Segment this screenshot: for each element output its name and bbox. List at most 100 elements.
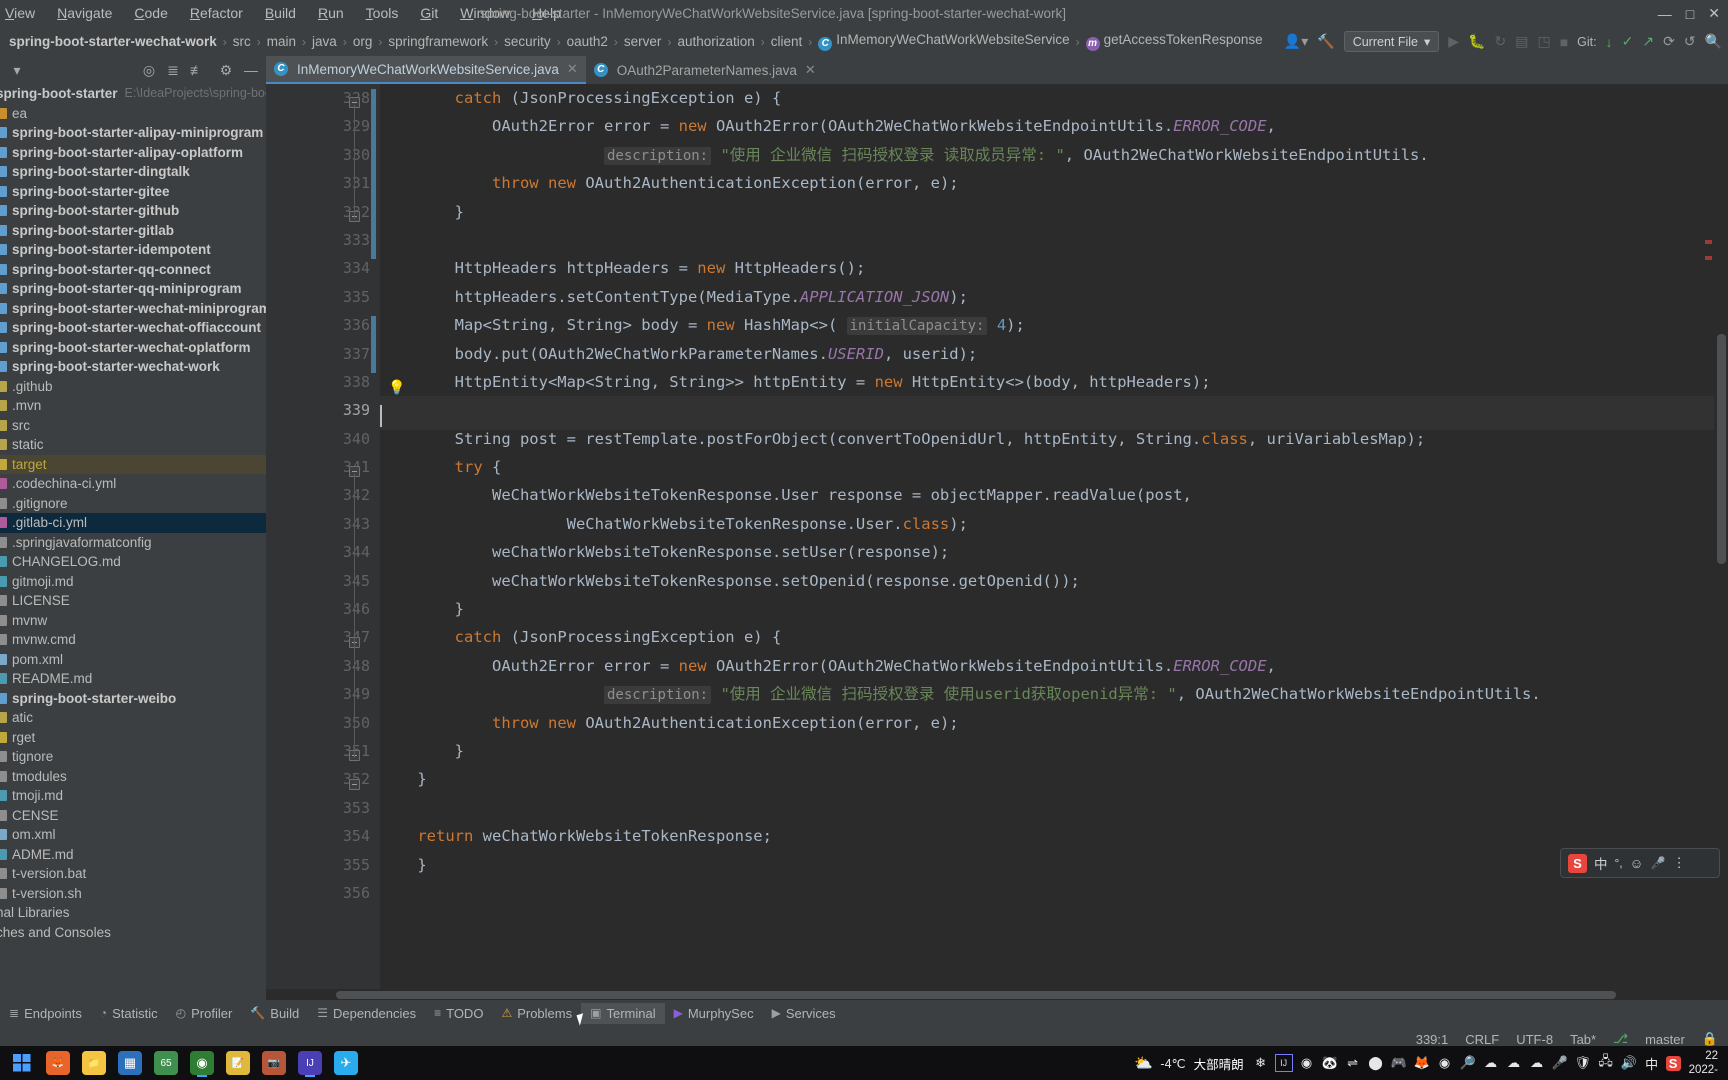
chevron-down-icon[interactable]: ▾ <box>6 62 28 79</box>
run-button[interactable]: ▶ <box>1448 33 1459 50</box>
minimize-button[interactable]: — <box>1658 6 1672 22</box>
code-line[interactable]: weChatWorkWebsiteTokenResponse.setUser(r… <box>380 538 1728 566</box>
tree-node[interactable]: mvnw <box>0 611 266 631</box>
tree-node[interactable]: spring-boot-starter-wechat-offiaccount <box>0 318 266 338</box>
menu-item-tools[interactable]: Tools <box>355 0 410 27</box>
menu-item-view[interactable]: View <box>0 0 46 27</box>
profile-button[interactable]: ◳ <box>1537 33 1550 50</box>
code-line[interactable]: } <box>380 198 1728 226</box>
tree-node[interactable]: target <box>0 454 266 474</box>
code-line[interactable]: Map<String, String> body = new HashMap<>… <box>380 311 1728 339</box>
tree-node[interactable]: t-version.bat <box>0 864 266 884</box>
tool-window-button-terminal[interactable]: ▣ Terminal <box>581 1002 665 1024</box>
breadcrumb-item-authorization[interactable]: authorization <box>672 34 759 49</box>
code-line[interactable]: return weChatWorkWebsiteTokenResponse; <box>380 822 1728 850</box>
breadcrumb-item-src[interactable]: src <box>228 34 256 49</box>
breadcrumb-item-spring-boot-starter-wechat-work[interactable]: spring-boot-starter-wechat-work <box>4 34 222 49</box>
lock-icon[interactable]: 🔒 <box>1702 1031 1718 1047</box>
scrollbar-thumb[interactable] <box>336 991 1616 999</box>
tree-node[interactable]: mvnw.cmd <box>0 630 266 650</box>
stop-button[interactable]: ■ <box>1560 34 1568 50</box>
tree-node[interactable]: rget <box>0 728 266 748</box>
tree-node[interactable]: spring-boot-starter E:\IdeaProjects\sprin… <box>0 84 266 104</box>
taskbar-clock[interactable]: 22 2022- <box>1689 1049 1722 1077</box>
scrollbar-thumb[interactable] <box>1717 334 1726 564</box>
menu-item-run[interactable]: Run <box>307 0 355 27</box>
tree-node[interactable]: tignore <box>0 747 266 767</box>
record-icon[interactable]: ⬤ <box>1367 1054 1385 1072</box>
code-line[interactable]: throw new OAuth2AuthenticationException(… <box>380 709 1728 737</box>
build-icon[interactable]: 🔨 <box>1317 33 1334 50</box>
tree-node[interactable]: tmodules <box>0 767 266 787</box>
onedrive-blue-icon[interactable]: ☁ <box>1482 1054 1500 1072</box>
ime-menu-icon[interactable]: ⋮ <box>1672 855 1686 871</box>
ime-zh-icon[interactable]: 中 <box>1643 1054 1661 1072</box>
code-line[interactable]: description: "使用 企业微信 扫码授权登录 使用userid获取o… <box>380 680 1728 708</box>
tree-node[interactable]: spring-boot-starter-gitlab <box>0 221 266 241</box>
tool-window-button-murphysec[interactable]: ▶ MurphySec <box>665 1003 763 1024</box>
vcs-change-marker[interactable] <box>371 316 376 373</box>
code-line[interactable]: description: "使用 企业微信 扫码授权登录 读取成员异常: ", … <box>380 141 1728 169</box>
tool-window-button-todo[interactable]: ≡ TODO <box>425 1003 492 1024</box>
intellij-idea-icon[interactable]: IJ <box>298 1051 322 1075</box>
indent-setting[interactable]: Tab* <box>1570 1032 1596 1047</box>
tree-node[interactable]: .gitignore <box>0 494 266 514</box>
ime-mic-icon[interactable]: 🎤 <box>1650 856 1665 870</box>
windows-start-icon[interactable] <box>10 1051 34 1075</box>
tree-node[interactable]: .springjavaformatconfig <box>0 533 266 553</box>
weather-icon[interactable]: ⛅ <box>1134 1054 1153 1072</box>
tool-window-button-problems[interactable]: ⚠ Problems <box>492 1003 581 1024</box>
settings-gear-icon[interactable]: ⚙ <box>215 62 237 79</box>
code-line[interactable]: catch (JsonProcessingException e) { <box>380 623 1728 651</box>
breadcrumb-item-oauth2[interactable]: oauth2 <box>562 34 613 49</box>
tree-node[interactable]: .github <box>0 377 266 397</box>
git-branch-label[interactable]: master <box>1645 1032 1685 1047</box>
link-icon[interactable]: ⇌ <box>1344 1054 1362 1072</box>
run-configuration-selector[interactable]: Current File ▾ <box>1343 31 1440 52</box>
close-icon[interactable]: ✕ <box>567 61 578 77</box>
breadcrumb-item-class[interactable]: C InMemoryWeChatWorkWebsiteService <box>813 32 1074 51</box>
code-line[interactable]: HttpEntity<Map<String, String>> httpEnti… <box>380 368 1728 396</box>
project-tree[interactable]: spring-boot-starter E:\IdeaProjects\sprin… <box>0 84 266 942</box>
code-line[interactable]: HttpHeaders httpHeaders = new HttpHeader… <box>380 254 1728 282</box>
code-line[interactable] <box>380 396 1728 425</box>
tree-node[interactable]: spring-boot-starter-wechat-miniprogram <box>0 299 266 319</box>
tree-node[interactable]: ches and Consoles <box>0 923 266 943</box>
tree-node[interactable]: static <box>0 435 266 455</box>
code-text-area[interactable]: catch (JsonProcessingException e) { OAut… <box>380 84 1728 1000</box>
onedrive-blue2-icon[interactable]: ☁ <box>1528 1054 1546 1072</box>
hide-icon[interactable]: — <box>240 62 262 78</box>
tree-node[interactable]: CENSE <box>0 806 266 826</box>
tool-window-button-endpoints[interactable]: ≣ Endpoints <box>0 1003 91 1024</box>
battery-65-icon[interactable]: 65 <box>154 1051 178 1075</box>
chrome-tray-icon[interactable]: ◉ <box>1436 1054 1454 1072</box>
onedrive-white-icon[interactable]: ☁ <box>1505 1054 1523 1072</box>
code-folding-gutter[interactable]: 💡▶ <box>344 84 416 1000</box>
code-line[interactable]: } <box>380 737 1728 765</box>
chrome-icon[interactable]: ◉ <box>190 1051 214 1075</box>
git-update-button[interactable]: ↓ <box>1606 34 1613 50</box>
tree-node[interactable]: spring-boot-starter-qq-miniprogram <box>0 279 266 299</box>
tree-node[interactable]: gitmoji.md <box>0 572 266 592</box>
ime-punctuation-icon[interactable]: °, <box>1615 856 1623 870</box>
code-line[interactable]: OAuth2Error error = new OAuth2Error(OAut… <box>380 112 1728 140</box>
mic-icon[interactable]: 🎤 <box>1551 1054 1569 1072</box>
tree-node[interactable]: spring-boot-starter-wechat-work <box>0 357 266 377</box>
code-line[interactable]: httpHeaders.setContentType(MediaType.APP… <box>380 283 1728 311</box>
file-explorer-icon[interactable]: 📁 <box>82 1051 106 1075</box>
security-shield-icon[interactable]: 🛡 <box>1574 1054 1592 1072</box>
breadcrumb-item-method[interactable]: m getAccessTokenResponse <box>1081 32 1268 51</box>
code-line[interactable]: try { <box>380 453 1728 481</box>
error-stripe-mark[interactable] <box>1705 240 1712 244</box>
ime-emoji-icon[interactable]: ☺ <box>1630 856 1644 871</box>
menu-item-code[interactable]: Code <box>123 0 178 27</box>
debug-button[interactable]: 🐛 <box>1468 33 1485 50</box>
error-stripe-mark[interactable] <box>1705 256 1712 260</box>
breadcrumb-item-main[interactable]: main <box>262 34 301 49</box>
firefox-icon[interactable]: 🦊 <box>46 1051 70 1075</box>
code-line[interactable] <box>380 226 1728 254</box>
tree-node[interactable]: tmoji.md <box>0 786 266 806</box>
code-line[interactable]: body.put(OAuth2WeChatWorkParameterNames.… <box>380 340 1728 368</box>
tree-node[interactable]: atic <box>0 708 266 728</box>
firefox-tray-icon[interactable]: 🦊 <box>1413 1054 1431 1072</box>
